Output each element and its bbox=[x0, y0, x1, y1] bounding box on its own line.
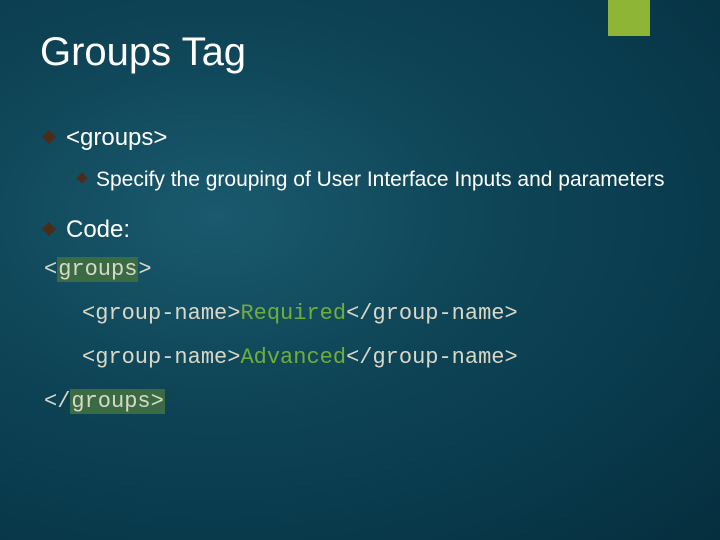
bullet-code: Code: bbox=[40, 215, 680, 245]
code-block: <groups> <group-name>Required</group-nam… bbox=[40, 259, 680, 413]
diamond-bullet-icon bbox=[42, 130, 56, 144]
highlight: groups bbox=[57, 257, 138, 282]
code-line-advanced: <group-name>Advanced</group-name> bbox=[44, 347, 680, 369]
diamond-bullet-icon bbox=[76, 172, 87, 183]
bullet-specify: Specify the grouping of User Interface I… bbox=[40, 167, 680, 193]
code-line-close: </groups> bbox=[44, 391, 680, 413]
diamond-bullet-icon bbox=[42, 222, 56, 236]
bullet-text: <groups> bbox=[66, 123, 167, 153]
bullet-text: Code: bbox=[66, 215, 130, 245]
slide-title: Groups Tag bbox=[40, 30, 680, 75]
bullet-groups-tag: <groups> bbox=[40, 123, 680, 153]
code-line-required: <group-name>Required</group-name> bbox=[44, 303, 680, 325]
highlight: groups> bbox=[70, 389, 164, 414]
bullet-text: Specify the grouping of User Interface I… bbox=[96, 167, 665, 193]
slide-content: Groups Tag <groups> Specify the grouping… bbox=[0, 0, 720, 413]
code-line-open: <groups> bbox=[44, 259, 680, 281]
accent-bar bbox=[608, 0, 650, 36]
